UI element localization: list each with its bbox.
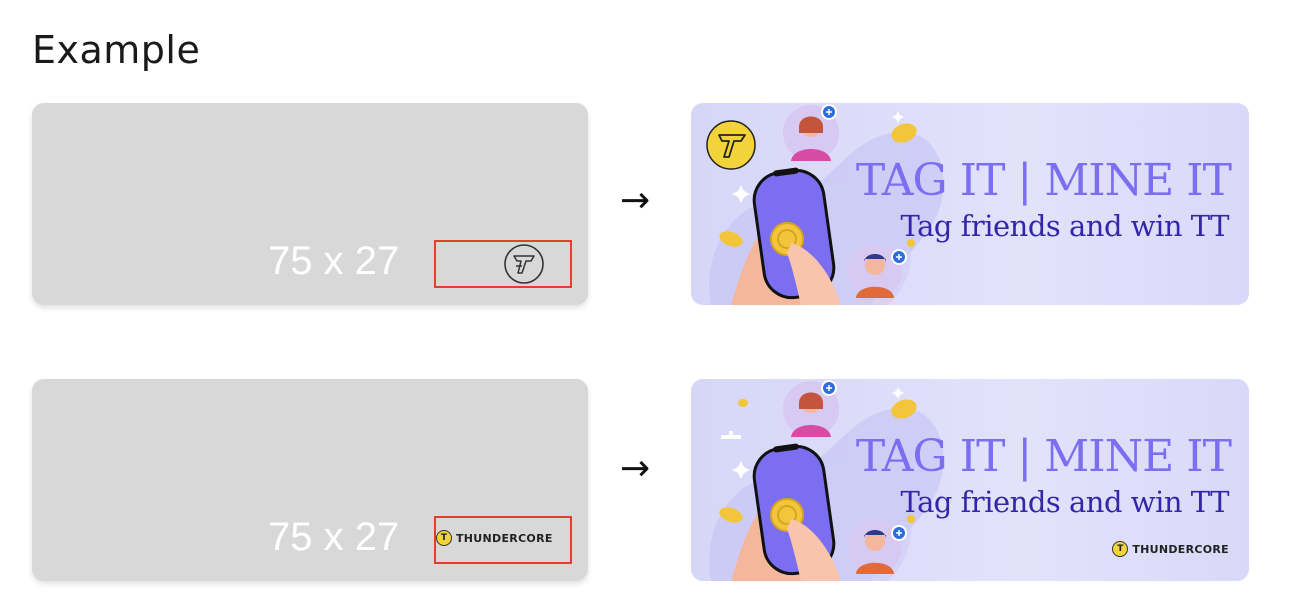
arrow-icon: → — [620, 180, 651, 221]
thundercore-wordmark-text: THUNDERCORE — [456, 531, 553, 545]
logo-highlight-box: T THUNDERCORE — [434, 516, 572, 564]
thundercore-wordmark: T THUNDERCORE — [436, 530, 553, 546]
placeholder-size-label: 75 x 27 — [268, 515, 400, 559]
arrow-icon: → — [620, 448, 651, 489]
thundercore-wordmark: T THUNDERCORE — [1112, 541, 1229, 557]
thundercore-circle-icon — [504, 244, 544, 284]
banner-title: TAG IT | MINE IT — [855, 431, 1232, 482]
placeholder-size-label: 75 x 27 — [268, 239, 400, 283]
placeholder-card-2: 75 x 27 T THUNDERCORE — [32, 379, 588, 581]
placeholder-card-1: 75 x 27 — [32, 103, 588, 305]
banner-subtitle: Tag friends and win TT — [900, 209, 1229, 243]
banner-subtitle: Tag friends and win TT — [900, 485, 1229, 519]
thundercore-wordmark-text: THUNDERCORE — [1132, 542, 1229, 556]
logo-highlight-box — [434, 240, 572, 288]
thundercore-coin-icon: T — [436, 530, 452, 546]
banner-2: TAG IT | MINE IT Tag friends and win TT … — [691, 379, 1249, 581]
thundercore-coin-icon: T — [1112, 541, 1129, 557]
section-heading: Example — [32, 28, 201, 72]
banner-1: TAG IT | MINE IT Tag friends and win TT — [691, 103, 1249, 305]
banner-title: TAG IT | MINE IT — [855, 155, 1232, 206]
